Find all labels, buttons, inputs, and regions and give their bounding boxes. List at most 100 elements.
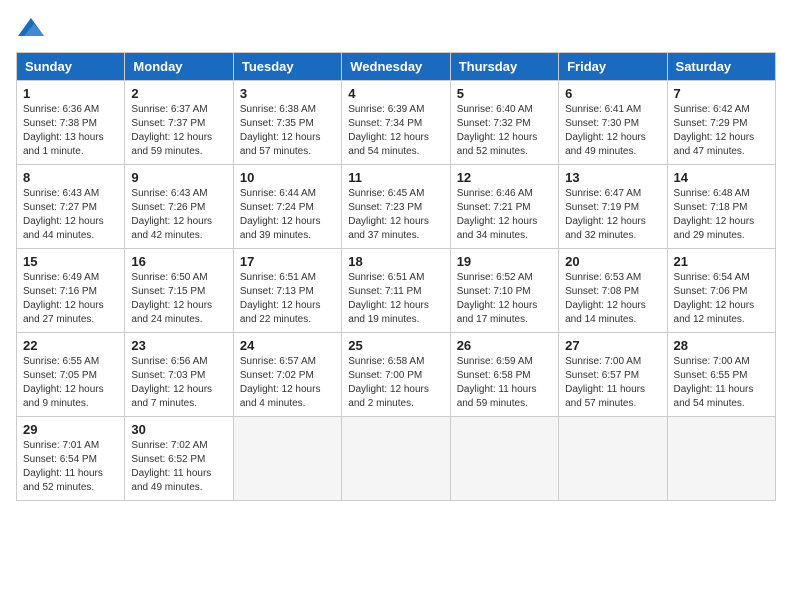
calendar-day-cell: 25 Sunrise: 6:58 AMSunset: 7:00 PMDayligh…	[342, 333, 450, 417]
day-number: 25	[348, 338, 443, 353]
calendar-day-cell: 18 Sunrise: 6:51 AMSunset: 7:11 PMDayligh…	[342, 249, 450, 333]
day-info: Sunrise: 6:51 AMSunset: 7:11 PMDaylight:…	[348, 271, 443, 327]
calendar-week-row: 1 Sunrise: 6:36 AMSunset: 7:38 PMDaylight…	[17, 81, 776, 165]
day-number: 17	[240, 254, 335, 269]
calendar-day-cell: 24 Sunrise: 6:57 AMSunset: 7:02 PMDayligh…	[233, 333, 341, 417]
day-info: Sunrise: 6:38 AMSunset: 7:35 PMDaylight:…	[240, 103, 335, 159]
calendar-day-cell: 23 Sunrise: 6:56 AMSunset: 7:03 PMDayligh…	[125, 333, 233, 417]
day-of-week-header: Saturday	[667, 53, 775, 81]
day-number: 8	[23, 170, 118, 185]
calendar-day-cell: 9 Sunrise: 6:43 AMSunset: 7:26 PMDaylight…	[125, 165, 233, 249]
calendar-day-cell: 13 Sunrise: 6:47 AMSunset: 7:19 PMDayligh…	[559, 165, 667, 249]
calendar-day-cell: 3 Sunrise: 6:38 AMSunset: 7:35 PMDaylight…	[233, 81, 341, 165]
day-info: Sunrise: 6:41 AMSunset: 7:30 PMDaylight:…	[565, 103, 660, 159]
logo-icon	[16, 16, 46, 40]
calendar-day-cell	[233, 417, 341, 501]
day-of-week-header: Sunday	[17, 53, 125, 81]
day-info: Sunrise: 6:59 AMSunset: 6:58 PMDaylight:…	[457, 355, 552, 411]
day-number: 12	[457, 170, 552, 185]
day-info: Sunrise: 6:56 AMSunset: 7:03 PMDaylight:…	[131, 355, 226, 411]
day-info: Sunrise: 6:52 AMSunset: 7:10 PMDaylight:…	[457, 271, 552, 327]
logo	[16, 16, 50, 40]
calendar-week-row: 8Sunrise: 6:43 AMSunset: 7:27 PMDaylight…	[17, 165, 776, 249]
calendar-day-cell: 4 Sunrise: 6:39 AMSunset: 7:34 PMDaylight…	[342, 81, 450, 165]
calendar-week-row: 22 Sunrise: 6:55 AMSunset: 7:05 PMDayligh…	[17, 333, 776, 417]
calendar-week-row: 15Sunrise: 6:49 AMSunset: 7:16 PMDayligh…	[17, 249, 776, 333]
calendar-day-cell: 15Sunrise: 6:49 AMSunset: 7:16 PMDayligh…	[17, 249, 125, 333]
day-of-week-header: Tuesday	[233, 53, 341, 81]
day-number: 13	[565, 170, 660, 185]
day-info: Sunrise: 6:36 AMSunset: 7:38 PMDaylight:…	[23, 103, 118, 159]
day-number: 16	[131, 254, 226, 269]
calendar-day-cell: 16 Sunrise: 6:50 AMSunset: 7:15 PMDayligh…	[125, 249, 233, 333]
calendar-day-cell: 19 Sunrise: 6:52 AMSunset: 7:10 PMDayligh…	[450, 249, 558, 333]
day-info: Sunrise: 6:42 AMSunset: 7:29 PMDaylight:…	[674, 103, 769, 159]
day-info: Sunrise: 6:44 AMSunset: 7:24 PMDaylight:…	[240, 187, 335, 243]
calendar-day-cell: 2 Sunrise: 6:37 AMSunset: 7:37 PMDaylight…	[125, 81, 233, 165]
day-info: Sunrise: 6:40 AMSunset: 7:32 PMDaylight:…	[457, 103, 552, 159]
day-number: 10	[240, 170, 335, 185]
day-number: 2	[131, 86, 226, 101]
calendar-day-cell: 21Sunrise: 6:54 AMSunset: 7:06 PMDayligh…	[667, 249, 775, 333]
day-info: Sunrise: 6:58 AMSunset: 7:00 PMDaylight:…	[348, 355, 443, 411]
calendar-day-cell	[450, 417, 558, 501]
day-info: Sunrise: 6:57 AMSunset: 7:02 PMDaylight:…	[240, 355, 335, 411]
day-info: Sunrise: 7:00 AMSunset: 6:55 PMDaylight:…	[674, 355, 769, 411]
day-info: Sunrise: 6:39 AMSunset: 7:34 PMDaylight:…	[348, 103, 443, 159]
calendar-day-cell: 27 Sunrise: 7:00 AMSunset: 6:57 PMDayligh…	[559, 333, 667, 417]
day-number: 28	[674, 338, 769, 353]
calendar-day-cell: 6 Sunrise: 6:41 AMSunset: 7:30 PMDaylight…	[559, 81, 667, 165]
calendar-day-cell: 30 Sunrise: 7:02 AMSunset: 6:52 PMDayligh…	[125, 417, 233, 501]
calendar-day-cell: 28 Sunrise: 7:00 AMSunset: 6:55 PMDayligh…	[667, 333, 775, 417]
calendar-day-cell: 14 Sunrise: 6:48 AMSunset: 7:18 PMDayligh…	[667, 165, 775, 249]
day-number: 1	[23, 86, 118, 101]
day-number: 26	[457, 338, 552, 353]
day-number: 20	[565, 254, 660, 269]
day-of-week-header: Wednesday	[342, 53, 450, 81]
day-number: 27	[565, 338, 660, 353]
calendar-day-cell	[559, 417, 667, 501]
day-info: Sunrise: 6:37 AMSunset: 7:37 PMDaylight:…	[131, 103, 226, 159]
calendar-day-cell: 7Sunrise: 6:42 AMSunset: 7:29 PMDaylight…	[667, 81, 775, 165]
day-number: 11	[348, 170, 443, 185]
calendar-week-row: 29Sunrise: 7:01 AMSunset: 6:54 PMDayligh…	[17, 417, 776, 501]
day-number: 3	[240, 86, 335, 101]
day-number: 14	[674, 170, 769, 185]
calendar-day-cell: 22 Sunrise: 6:55 AMSunset: 7:05 PMDayligh…	[17, 333, 125, 417]
day-number: 23	[131, 338, 226, 353]
day-of-week-header: Thursday	[450, 53, 558, 81]
day-info: Sunrise: 6:51 AMSunset: 7:13 PMDaylight:…	[240, 271, 335, 327]
day-number: 6	[565, 86, 660, 101]
day-number: 21	[674, 254, 769, 269]
day-info: Sunrise: 6:50 AMSunset: 7:15 PMDaylight:…	[131, 271, 226, 327]
day-info: Sunrise: 6:53 AMSunset: 7:08 PMDaylight:…	[565, 271, 660, 327]
day-number: 24	[240, 338, 335, 353]
calendar-day-cell	[667, 417, 775, 501]
day-info: Sunrise: 6:43 AMSunset: 7:26 PMDaylight:…	[131, 187, 226, 243]
day-number: 15	[23, 254, 118, 269]
day-info: Sunrise: 7:02 AMSunset: 6:52 PMDaylight:…	[131, 439, 226, 495]
day-info: Sunrise: 6:46 AMSunset: 7:21 PMDaylight:…	[457, 187, 552, 243]
day-number: 18	[348, 254, 443, 269]
day-info: Sunrise: 7:01 AMSunset: 6:54 PMDaylight:…	[23, 439, 118, 495]
day-info: Sunrise: 7:00 AMSunset: 6:57 PMDaylight:…	[565, 355, 660, 411]
day-number: 9	[131, 170, 226, 185]
day-info: Sunrise: 6:45 AMSunset: 7:23 PMDaylight:…	[348, 187, 443, 243]
calendar-day-cell	[342, 417, 450, 501]
day-info: Sunrise: 6:47 AMSunset: 7:19 PMDaylight:…	[565, 187, 660, 243]
day-info: Sunrise: 6:48 AMSunset: 7:18 PMDaylight:…	[674, 187, 769, 243]
day-number: 19	[457, 254, 552, 269]
day-number: 22	[23, 338, 118, 353]
calendar-day-cell: 12 Sunrise: 6:46 AMSunset: 7:21 PMDayligh…	[450, 165, 558, 249]
calendar-day-cell: 8Sunrise: 6:43 AMSunset: 7:27 PMDaylight…	[17, 165, 125, 249]
calendar-day-cell: 20 Sunrise: 6:53 AMSunset: 7:08 PMDayligh…	[559, 249, 667, 333]
day-of-week-header: Monday	[125, 53, 233, 81]
day-number: 30	[131, 422, 226, 437]
calendar-day-cell: 5 Sunrise: 6:40 AMSunset: 7:32 PMDaylight…	[450, 81, 558, 165]
calendar-day-cell: 29Sunrise: 7:01 AMSunset: 6:54 PMDayligh…	[17, 417, 125, 501]
calendar-day-cell: 10 Sunrise: 6:44 AMSunset: 7:24 PMDayligh…	[233, 165, 341, 249]
page-header	[16, 16, 776, 40]
day-number: 4	[348, 86, 443, 101]
day-number: 5	[457, 86, 552, 101]
day-info: Sunrise: 6:55 AMSunset: 7:05 PMDaylight:…	[23, 355, 118, 411]
